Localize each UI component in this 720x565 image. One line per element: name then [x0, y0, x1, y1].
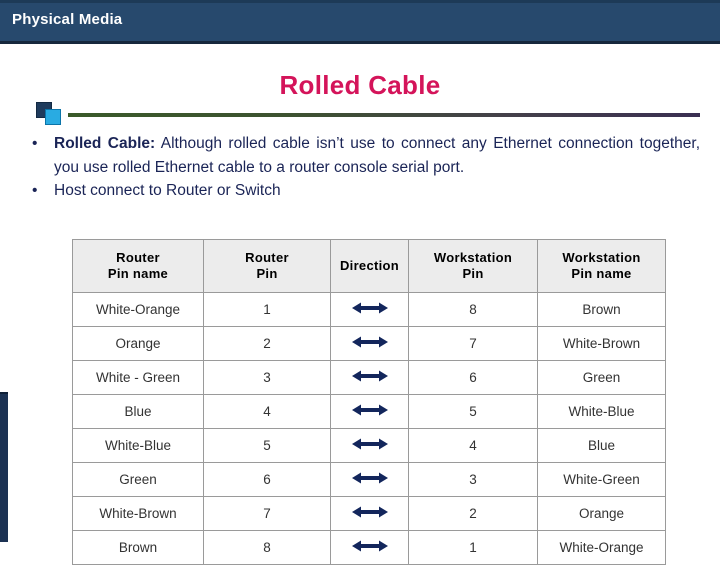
cell-direction	[330, 462, 409, 497]
cell-workstation-pin: 2	[408, 496, 538, 531]
slide-header-bar: Physical Media	[0, 0, 720, 44]
cell-router-pin-name: Green	[72, 462, 204, 497]
table-header-row: Router Pin name Router Pin Direction Wor…	[72, 239, 666, 293]
left-accent-bar	[0, 392, 8, 542]
cell-workstation-pin: 1	[408, 530, 538, 565]
pinout-table-body: White-Orange 1 8 Brown Orange 2 7 White-Brown Wh…	[72, 292, 666, 565]
cell-workstation-pin: 8	[408, 292, 538, 327]
cell-router-pin-name: Brown	[72, 530, 204, 565]
header-line-2: Pin name	[571, 266, 632, 281]
header-line-1: Workstation	[433, 250, 513, 265]
table-row: White-Orange 1 8 Brown	[72, 292, 666, 327]
cell-router-pin-name: Blue	[72, 394, 204, 429]
cell-direction	[330, 394, 409, 429]
decorative-square-light-icon	[45, 109, 61, 125]
cell-router-pin-name: White - Green	[72, 360, 204, 395]
bidirectional-arrow-icon	[351, 335, 388, 349]
bidirectional-arrow-icon	[351, 471, 388, 485]
cell-router-pin: 8	[203, 530, 331, 565]
cell-workstation-pin-name: Blue	[537, 428, 666, 463]
cell-router-pin: 1	[203, 292, 331, 327]
bullet-list: • Rolled Cable: Although rolled cable is…	[24, 132, 700, 203]
list-item: • Host connect to Router or Switch	[24, 179, 700, 203]
header-line-1: Workstation	[562, 250, 641, 265]
cell-direction	[330, 360, 409, 395]
cell-workstation-pin-name: White-Orange	[537, 530, 666, 565]
bullet-marker-icon: •	[32, 135, 38, 152]
cell-workstation-pin-name: Green	[537, 360, 666, 395]
header-line-2: Pin	[256, 266, 278, 281]
bidirectional-arrow-icon	[351, 369, 388, 383]
cell-router-pin: 4	[203, 394, 331, 429]
table-row: White-Brown 7 2 Orange	[72, 496, 666, 531]
cell-workstation-pin-name: White-Green	[537, 462, 666, 497]
cell-router-pin-name: Orange	[72, 326, 204, 361]
table-row: Brown 8 1 White-Orange	[72, 530, 666, 565]
bidirectional-arrow-icon	[351, 301, 388, 315]
cell-workstation-pin: 3	[408, 462, 538, 497]
column-header-workstation-pin-name: Workstation Pin name	[537, 239, 666, 293]
column-header-router-pin: Router Pin	[203, 239, 331, 293]
cell-router-pin-name: White-Brown	[72, 496, 204, 531]
bidirectional-arrow-icon	[351, 403, 388, 417]
header-line-2: Pin	[462, 266, 484, 281]
cell-direction	[330, 530, 409, 565]
cell-workstation-pin: 4	[408, 428, 538, 463]
table-row: White - Green 3 6 Green	[72, 360, 666, 395]
cell-direction	[330, 326, 409, 361]
cell-router-pin: 6	[203, 462, 331, 497]
cell-direction	[330, 292, 409, 327]
page-title: Rolled Cable	[279, 70, 441, 100]
table-row: Green 6 3 White-Green	[72, 462, 666, 497]
cell-workstation-pin-name: White-Brown	[537, 326, 666, 361]
cell-direction	[330, 496, 409, 531]
table-row: Orange 2 7 White-Brown	[72, 326, 666, 361]
section-title: Physical Media	[12, 11, 123, 28]
cell-workstation-pin-name: White-Blue	[537, 394, 666, 429]
pinout-table-container: Router Pin name Router Pin Direction Wor…	[72, 239, 666, 565]
cell-router-pin: 7	[203, 496, 331, 531]
header-line-1: Router	[245, 250, 289, 265]
cell-direction	[330, 428, 409, 463]
table-row: Blue 4 5 White-Blue	[72, 394, 666, 429]
header-line-1: Direction	[339, 258, 400, 273]
cell-router-pin-name: White-Orange	[72, 292, 204, 327]
column-header-router-pin-name: Router Pin name	[72, 239, 204, 293]
header-line-2: Pin name	[107, 266, 169, 281]
bidirectional-arrow-icon	[351, 437, 388, 451]
cell-workstation-pin-name: Orange	[537, 496, 666, 531]
cell-workstation-pin: 6	[408, 360, 538, 395]
cell-workstation-pin: 5	[408, 394, 538, 429]
bidirectional-arrow-icon	[351, 539, 388, 553]
cell-workstation-pin-name: Brown	[537, 292, 666, 327]
column-header-direction: Direction	[330, 239, 409, 293]
cell-router-pin-name: White-Blue	[72, 428, 204, 463]
cell-router-pin: 2	[203, 326, 331, 361]
table-row: White-Blue 5 4 Blue	[72, 428, 666, 463]
cell-workstation-pin: 7	[408, 326, 538, 361]
list-item-lead-term: Rolled Cable:	[54, 135, 156, 152]
bullet-marker-icon: •	[32, 182, 38, 199]
list-item-text: Host connect to Router or Switch	[54, 182, 281, 199]
header-line-1: Router	[116, 250, 160, 265]
cell-router-pin: 3	[203, 360, 331, 395]
bidirectional-arrow-icon	[351, 505, 388, 519]
pinout-table: Router Pin name Router Pin Direction Wor…	[72, 239, 666, 565]
list-item: • Rolled Cable: Although rolled cable is…	[24, 132, 700, 179]
column-header-workstation-pin: Workstation Pin	[408, 239, 538, 293]
title-divider-rule	[68, 113, 700, 117]
cell-router-pin: 5	[203, 428, 331, 463]
